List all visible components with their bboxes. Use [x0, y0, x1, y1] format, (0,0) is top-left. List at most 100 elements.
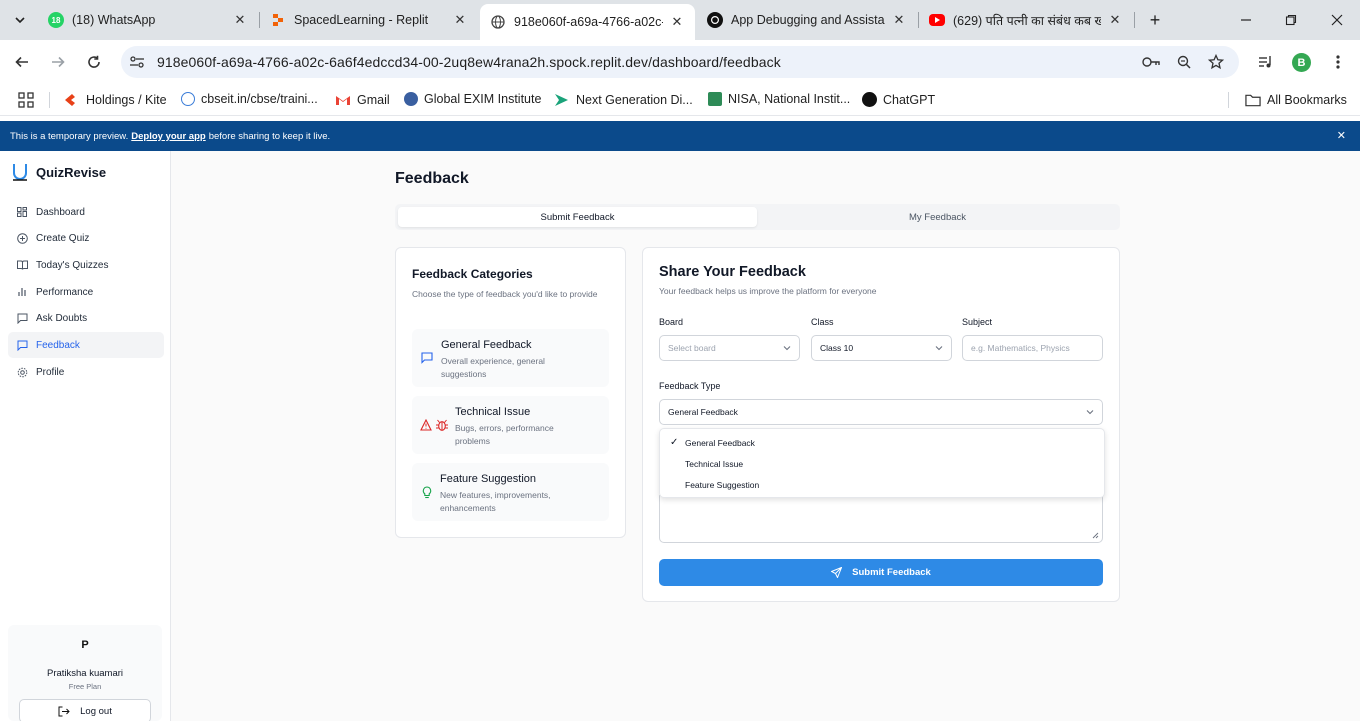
bookmark-nextgen[interactable]: Next Generation Di...: [554, 92, 693, 108]
globe-icon: [490, 14, 506, 30]
browser-menu-button[interactable]: [1328, 52, 1348, 72]
close-icon[interactable]: ✕: [1107, 12, 1123, 28]
reload-button[interactable]: [84, 52, 104, 72]
bookmark-cbseit[interactable]: cbseit.in/cbse/traini...: [181, 92, 318, 106]
gmail-icon: [335, 92, 351, 108]
sidebar-item-dashboard[interactable]: Dashboard: [8, 199, 164, 225]
star-icon[interactable]: [1206, 52, 1226, 72]
back-button[interactable]: [12, 52, 32, 72]
main-content: Feedback Submit Feedback My Feedback Fee…: [171, 151, 1360, 721]
subject-input[interactable]: e.g. Mathematics, Physics: [962, 335, 1103, 361]
bookmark-nisa[interactable]: NISA, National Instit...: [708, 92, 850, 106]
submit-feedback-button[interactable]: Submit Feedback: [659, 559, 1103, 586]
new-tab-button[interactable]: +: [1145, 10, 1165, 30]
message-icon: [16, 339, 28, 351]
youtube-icon: [929, 14, 945, 26]
url-text[interactable]: 918e060f-a69a-4766-a02c-6a6f4edccd34-00-…: [157, 54, 781, 70]
option-general-feedback[interactable]: ✓ General Feedback: [660, 433, 1104, 453]
reload-icon: [88, 55, 100, 68]
browser-tab-whatsapp[interactable]: 18 (18) WhatsApp ✕: [38, 6, 258, 34]
brand-logo[interactable]: QuizRevise: [12, 163, 106, 181]
resize-handle-icon[interactable]: [1092, 532, 1099, 539]
category-description: Overall experience, general suggestions: [441, 356, 545, 379]
replit-icon: [270, 12, 286, 28]
board-select[interactable]: Select board: [659, 335, 800, 361]
sidebar-item-ask-doubts[interactable]: Ask Doubts: [8, 305, 164, 331]
kite-icon: [64, 92, 80, 108]
address-bar[interactable]: 918e060f-a69a-4766-a02c-6a6f4edccd34-00-…: [121, 46, 1239, 78]
browser-tab-strip: 18 (18) WhatsApp ✕ SpacedLearning - Repl…: [0, 0, 1360, 40]
category-general-feedback[interactable]: General Feedback Overall experience, gen…: [412, 329, 609, 387]
tab-search-button[interactable]: [10, 10, 30, 30]
bar-chart-icon: [16, 286, 28, 298]
category-title: Technical Issue: [455, 406, 531, 418]
bookmark-exim[interactable]: Global EXIM Institute: [404, 92, 541, 106]
all-bookmarks-button[interactable]: All Bookmarks: [1245, 92, 1347, 108]
deploy-link[interactable]: Deploy your app: [131, 131, 205, 142]
banner-suffix: before sharing to keep it live.: [208, 130, 331, 142]
bookmark-kite[interactable]: Holdings / Kite: [64, 92, 167, 108]
form-title: Share Your Feedback: [659, 264, 806, 280]
sidebar-item-profile[interactable]: Profile: [8, 359, 164, 385]
tab-my-feedback[interactable]: My Feedback: [758, 207, 1117, 227]
window-close-button[interactable]: [1327, 10, 1347, 30]
forward-button[interactable]: [48, 52, 68, 72]
sidebar-item-todays-quizzes[interactable]: Today's Quizzes: [8, 252, 164, 278]
category-technical-issue[interactable]: Technical Issue Bugs, errors, performanc…: [412, 396, 609, 454]
category-feature-suggestion[interactable]: Feature Suggestion New features, improve…: [412, 463, 609, 521]
board-label: Board: [659, 317, 684, 327]
media-control-button[interactable]: [1256, 52, 1276, 72]
browser-tab-active[interactable]: 918e060f-a69a-4766-a02c-6 ✕: [480, 4, 695, 40]
check-icon: ✓: [670, 437, 679, 448]
chevron-down-icon: [783, 346, 791, 351]
media-queue-icon: [1259, 56, 1271, 68]
share-feedback-card: Share Your Feedback Your feedback helps …: [642, 247, 1120, 602]
close-icon[interactable]: ✕: [232, 12, 248, 28]
browser-toolbar: 918e060f-a69a-4766-a02c-6a6f4edccd34-00-…: [0, 40, 1360, 84]
zoom-icon[interactable]: [1174, 52, 1194, 72]
close-icon[interactable]: ✕: [452, 12, 468, 28]
browser-tab-chatgpt[interactable]: App Debugging and Assista ✕: [697, 6, 917, 34]
apps-button[interactable]: [18, 92, 34, 108]
bookmark-chatgpt[interactable]: ChatGPT: [862, 92, 935, 107]
close-icon[interactable]: ✕: [669, 14, 685, 30]
close-icon[interactable]: ✕: [1337, 129, 1346, 142]
restore-icon: [1285, 14, 1297, 26]
lightbulb-icon: [420, 485, 434, 499]
restore-button[interactable]: [1281, 10, 1301, 30]
sidebar-item-create-quiz[interactable]: Create Quiz: [8, 225, 164, 251]
bookmarks-bar: Holdings / Kite cbseit.in/cbse/traini...…: [0, 84, 1360, 116]
feedback-type-label: Feedback Type: [659, 381, 721, 391]
tab-title: App Debugging and Assista: [731, 13, 885, 27]
bookmark-gmail[interactable]: Gmail: [335, 92, 390, 108]
more-vertical-icon: [1336, 55, 1340, 69]
logout-icon: [58, 706, 70, 716]
site-info-icon[interactable]: [127, 52, 147, 72]
option-feature-suggestion[interactable]: Feature Suggestion: [660, 475, 1104, 495]
category-description: Bugs, errors, performance problems: [455, 423, 554, 446]
feedback-categories-card: Feedback Categories Choose the type of f…: [395, 247, 626, 538]
sidebar-item-performance[interactable]: Performance: [8, 279, 164, 305]
message-icon: [420, 351, 434, 365]
minimize-button[interactable]: [1236, 10, 1256, 30]
class-select[interactable]: Class 10: [811, 335, 952, 361]
tab-submit-feedback[interactable]: Submit Feedback: [398, 207, 757, 227]
brand-name: QuizRevise: [36, 164, 107, 180]
user-plan: Free Plan: [68, 682, 102, 691]
page-title: Feedback: [395, 170, 469, 187]
user-name: Pratiksha kuamari: [46, 668, 124, 679]
feedback-message-textarea[interactable]: [659, 495, 1103, 543]
logout-button[interactable]: Log out: [19, 699, 151, 721]
password-key-icon[interactable]: [1141, 52, 1161, 72]
close-icon[interactable]: ✕: [891, 12, 907, 28]
user-card: P Pratiksha kuamari Free Plan Log out: [8, 625, 162, 721]
plus-circle-icon: [16, 232, 28, 244]
browser-tab-youtube[interactable]: (629) पति पत्नी का संबंध कब ख ✕: [919, 6, 1133, 34]
option-technical-issue[interactable]: Technical Issue: [660, 454, 1104, 474]
sidebar-item-feedback[interactable]: Feedback: [8, 332, 164, 358]
browser-tab-replit[interactable]: SpacedLearning - Replit ✕: [260, 6, 478, 34]
exim-icon: [404, 92, 418, 106]
feedback-type-select[interactable]: General Feedback: [659, 399, 1103, 425]
profile-avatar[interactable]: B: [1292, 53, 1311, 72]
categories-description: Choose the type of feedback you'd like t…: [412, 289, 598, 299]
